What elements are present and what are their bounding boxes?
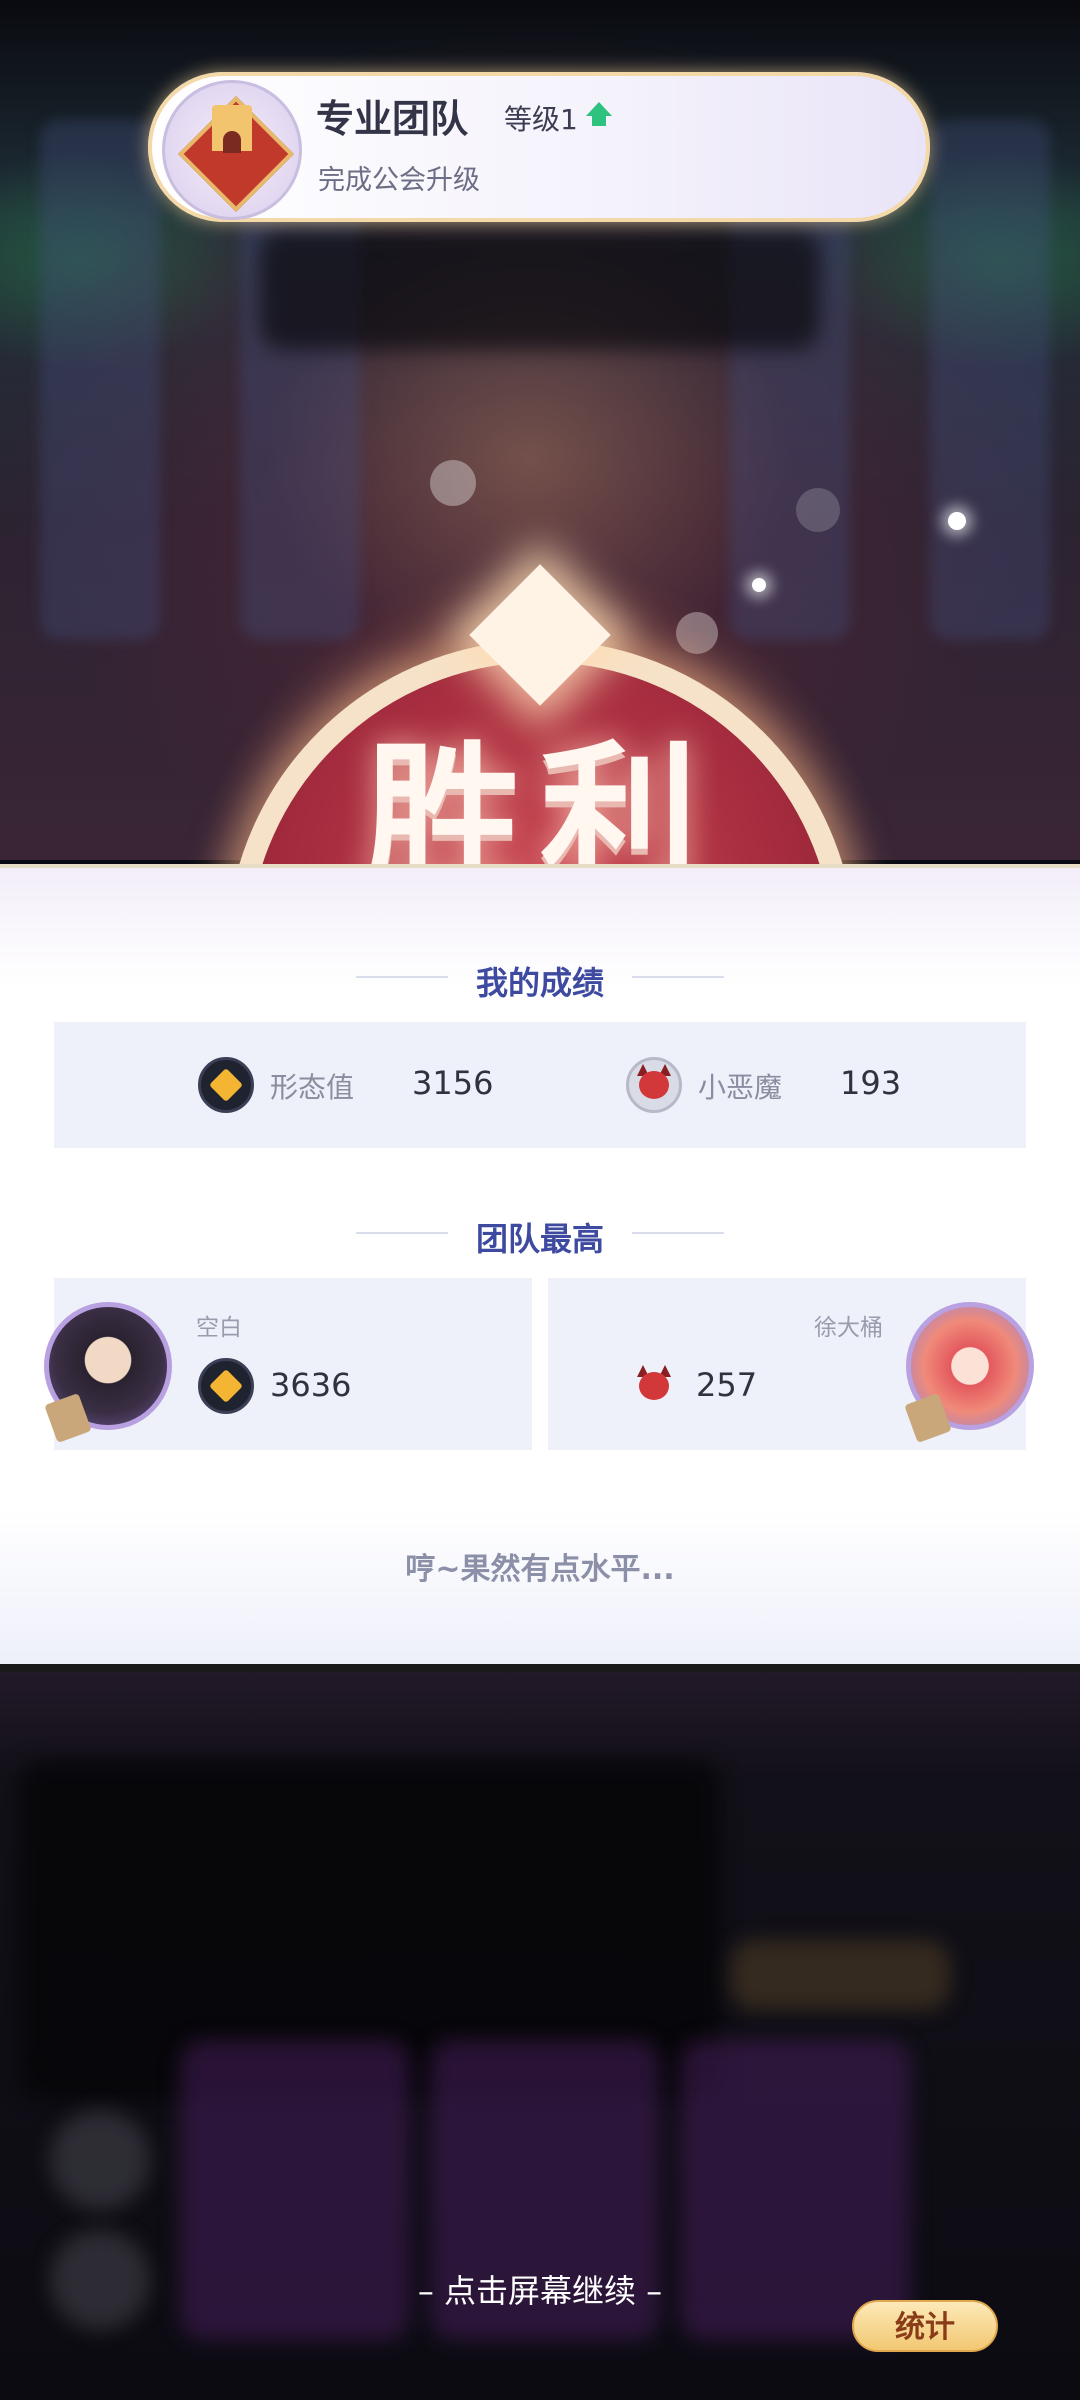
team-best-heading: 团队最高	[0, 1214, 1080, 1260]
achievement-level: 等级1	[504, 103, 578, 136]
devil-face	[639, 1071, 669, 1099]
statistics-button[interactable]: 统计	[852, 2300, 998, 2352]
my-score-card: 形态值 3156 小恶魔 193	[54, 1022, 1026, 1148]
player-name: 徐大桶	[814, 1315, 883, 1341]
little-devil-icon	[626, 1057, 682, 1113]
shape-value-label: 形态值	[270, 1071, 355, 1104]
background-pillar	[40, 120, 160, 640]
achievement-banner: 专业团队 等级1 完成公会升级	[148, 72, 930, 222]
shape-value-coin-icon	[198, 1358, 254, 1414]
shape-value-coin-icon	[198, 1057, 254, 1113]
shape-value-score: 3156	[412, 1064, 494, 1102]
background-pillar	[930, 120, 1050, 640]
team-best-devil-score: 257	[696, 1366, 758, 1404]
heading-divider	[356, 1232, 448, 1234]
level-up-arrow-icon	[586, 102, 612, 116]
heading-divider	[356, 976, 448, 978]
background-blur-button	[50, 2110, 150, 2210]
achievement-subtitle: 完成公会升级	[318, 165, 480, 196]
little-devil-icon	[626, 1358, 682, 1414]
sparkle	[948, 512, 966, 530]
little-devil-label: 小恶魔	[698, 1071, 783, 1104]
castle-door-shape	[223, 131, 241, 153]
level-up-arrow-stem	[592, 116, 606, 126]
little-devil-score: 193	[840, 1064, 902, 1102]
background-blur-panel	[260, 230, 820, 350]
my-score-heading: 我的成绩	[0, 958, 1080, 1004]
guild-castle-icon	[162, 80, 302, 220]
background-bubble	[430, 460, 476, 506]
heading-divider	[632, 1232, 724, 1234]
heading-divider	[632, 976, 724, 978]
team-best-title: 团队最高	[475, 1220, 604, 1258]
sparkle	[752, 578, 766, 592]
player-name: 空白	[196, 1315, 242, 1341]
achievement-title: 专业团队	[316, 97, 469, 141]
taunt-message: 哼~果然有点水平...	[405, 1552, 675, 1587]
background-blur-panel	[730, 1940, 950, 2010]
my-score-title: 我的成绩	[475, 964, 604, 1002]
devil-face	[639, 1372, 669, 1400]
background-bubble	[796, 488, 840, 532]
team-best-shape-score: 3636	[270, 1366, 352, 1404]
